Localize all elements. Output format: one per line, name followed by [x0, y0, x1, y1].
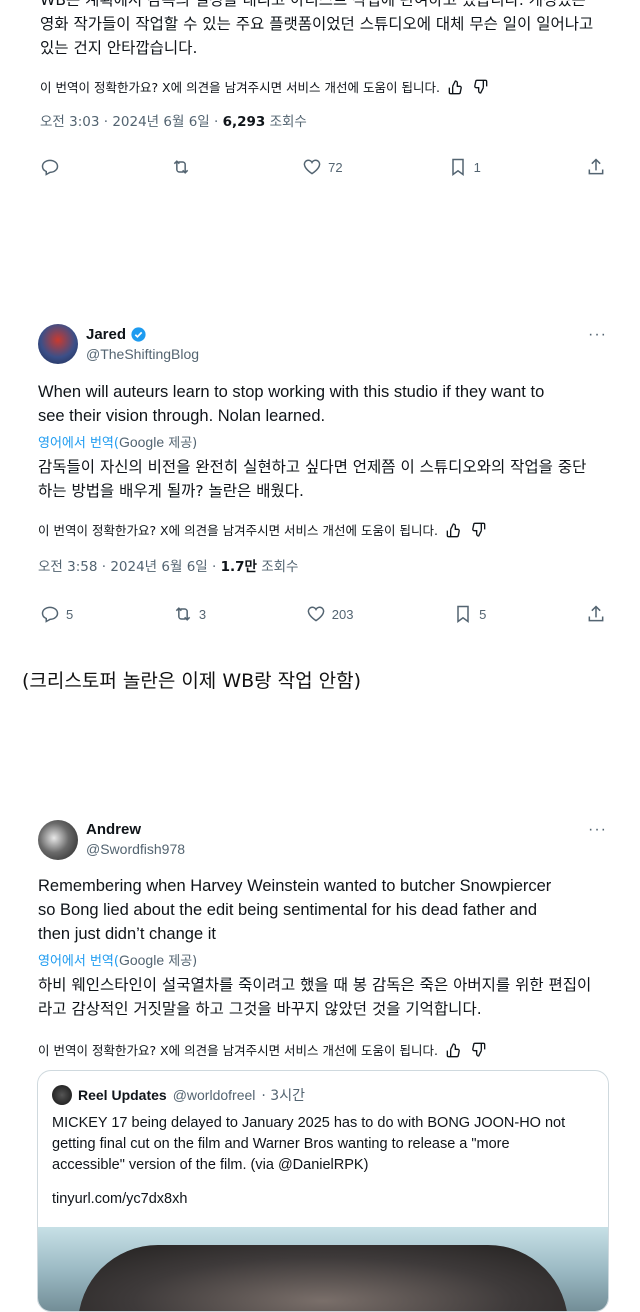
- bookmark-icon: [457, 605, 469, 623]
- avatar: [52, 1085, 72, 1105]
- like-count: 203: [331, 606, 354, 622]
- like-count: 72: [328, 159, 343, 175]
- bookmark-button[interactable]: 1: [448, 157, 481, 177]
- tweet2-text-line: see their vision through. Nolan learned.: [38, 407, 326, 425]
- google-logo: Google: [118, 434, 165, 450]
- timestamp: 오전 3:03 · 2024년 6월 6일 ·: [40, 114, 223, 130]
- translate-suffix: 제공): [164, 954, 198, 969]
- tweet3-ko-line: 하비 웨인스타인이 설국열차를 죽이려고 했을 때 봉 감독은 죽은 아버지를 …: [38, 976, 592, 994]
- retweet-icon: [175, 607, 191, 621]
- bookmark-icon: [451, 158, 464, 176]
- translate-suffix: 제공): [164, 436, 198, 451]
- quoted-tweet-card[interactable]: Reel Updates @worldofreel · 3시간 MICKEY 1…: [37, 1070, 609, 1312]
- tweet3-text-line: Remembering when Harvey Weinstein wanted…: [38, 877, 552, 895]
- tweet1-text-line: 영화 작가들이 작업할 수 있는 주요 플랫폼이었던 스튜디오에 대체 무슨 일…: [40, 15, 594, 33]
- verified-badge-icon: [131, 327, 146, 342]
- retweet-icon: [173, 160, 189, 174]
- thumbs-down-icon[interactable]: [472, 79, 488, 95]
- tweet3-text: Remembering when Harvey Weinstein wanted…: [38, 874, 618, 946]
- like-button[interactable]: 72: [302, 157, 343, 177]
- share-icon: [588, 158, 604, 175]
- reply-button[interactable]: [40, 157, 66, 177]
- tweet2-translation-feedback: 이 번역이 정확한가요? X에 의견을 남겨주시면 서비스 개선에 도움이 됩니…: [38, 520, 486, 539]
- tweet1-actions: 72 1: [40, 157, 606, 177]
- tweet3-author: Andrew @Swordfish978: [86, 821, 185, 857]
- bookmark-count: 1: [473, 159, 481, 175]
- retweet-button[interactable]: 3: [173, 604, 206, 624]
- tweet3-text-line: then just didn’t change it: [38, 925, 216, 943]
- author-name-row[interactable]: Jared: [86, 326, 199, 343]
- reply-icon: [41, 606, 59, 623]
- avatar[interactable]: [38, 820, 78, 860]
- tweet3-text-line: so Bong lied about the edit being sentim…: [38, 901, 538, 919]
- tweet2-translated-by[interactable]: 영어에서 번역(Google 제공): [38, 432, 197, 451]
- tweet2-text: When will auteurs learn to stop working …: [38, 380, 618, 428]
- view-label: 조회수: [256, 559, 299, 575]
- tweet3-translated-by[interactable]: 영어에서 번역(Google 제공): [38, 950, 197, 969]
- quoted-media-image[interactable]: [38, 1227, 608, 1311]
- retweet-button[interactable]: [171, 157, 197, 177]
- author-handle[interactable]: @TheShiftingBlog: [86, 346, 199, 362]
- tweet2-timestamp[interactable]: 오전 3:58 · 2024년 6월 6일 · 1.7만 조회수: [38, 555, 298, 575]
- view-count: 6,293: [222, 114, 266, 130]
- thumbs-down-icon[interactable]: [470, 522, 486, 538]
- avatar[interactable]: [38, 324, 78, 364]
- feedback-text: 이 번역이 정확한가요? X에 의견을 남겨주시면 서비스 개선에 도움이 됩니…: [38, 523, 438, 538]
- timestamp: 오전 3:58 · 2024년 6월 6일 ·: [38, 559, 221, 575]
- quoted-time: · 3시간: [261, 1088, 305, 1104]
- thumbs-up-icon[interactable]: [446, 1042, 462, 1058]
- media-figure: [78, 1245, 568, 1311]
- tweet2-ko-line: 감독들이 자신의 비전을 완전히 실현하고 싶다면 언제쯤 이 스튜디오와의 작…: [38, 458, 587, 476]
- caption: (크리스토퍼 놀란은 이제 WB랑 작업 안함): [22, 670, 362, 692]
- reply-icon: [41, 159, 59, 176]
- thumbs-down-icon[interactable]: [470, 1042, 486, 1058]
- quoted-link[interactable]: tinyurl.com/yc7dx8xh: [52, 1191, 187, 1207]
- heart-icon: [307, 606, 325, 622]
- tweet2-actions: 5 3 203 5: [40, 604, 606, 624]
- translate-prefix: 영어에서 번역(: [38, 954, 119, 969]
- quoted-author-handle: @worldofreel: [172, 1087, 256, 1103]
- author-name: Jared: [86, 326, 127, 343]
- quoted-author-name: Reel Updates: [78, 1087, 167, 1103]
- author-name[interactable]: Andrew: [86, 821, 185, 838]
- share-icon: [588, 605, 604, 622]
- view-label: 조회수: [265, 114, 307, 130]
- more-icon[interactable]: ···: [588, 326, 607, 344]
- tweet2-ko-line: 하는 방법을 배우게 될까? 놀란은 배웠다.: [38, 482, 304, 500]
- tweet3-translation-feedback: 이 번역이 정확한가요? X에 의견을 남겨주시면 서비스 개선에 도움이 됩니…: [38, 1040, 486, 1059]
- bookmark-count: 5: [479, 606, 487, 622]
- retweet-count: 3: [198, 606, 207, 622]
- tweet1-text-line: 있는 건지 안타깝습니다.: [40, 39, 198, 57]
- like-button[interactable]: 203: [306, 604, 354, 624]
- tweet3-translation: 하비 웨인스타인이 설국열차를 죽이려고 했을 때 봉 감독은 죽은 아버지를 …: [38, 973, 618, 1021]
- view-count: 1.7만: [220, 559, 257, 575]
- thumbs-up-icon[interactable]: [448, 79, 464, 95]
- tweet3-ko-line: 라고 감상적인 거짓말을 하고 그것을 바꾸지 않았던 것을 기억합니다.: [38, 1000, 482, 1018]
- quoted-author-row: Reel Updates @worldofreel · 3시간: [52, 1085, 305, 1105]
- share-button[interactable]: [586, 157, 606, 177]
- quoted-text-line: accessible" version of the film. (via @D…: [52, 1157, 369, 1173]
- quoted-text: MICKEY 17 being delayed to January 2025 …: [52, 1113, 597, 1176]
- tweet1-timestamp[interactable]: 오전 3:03 · 2024년 6월 6일 · 6,293 조회수: [40, 110, 307, 130]
- tweet1-text: WB는 계획에서 감독의 결정을 내리고 아티스트 작업에 관여하고 있습니다.…: [40, 0, 620, 60]
- heart-icon: [303, 159, 321, 175]
- quoted-text-line: MICKEY 17 being delayed to January 2025 …: [52, 1115, 566, 1131]
- tweet1-text-line: WB는 계획에서 감독의 결정을 내리고 아티스트 작업에 관여하고 있습니다.…: [40, 0, 586, 9]
- bookmark-button[interactable]: 5: [453, 604, 486, 624]
- google-logo: Google: [118, 952, 165, 968]
- share-button[interactable]: [586, 604, 606, 624]
- quoted-text-line: getting final cut on the film and Warner…: [52, 1136, 510, 1152]
- feedback-text: 이 번역이 정확한가요? X에 의견을 남겨주시면 서비스 개선에 도움이 됩니…: [38, 1043, 438, 1058]
- reply-count: 5: [66, 606, 74, 622]
- tweet2-translation: 감독들이 자신의 비전을 완전히 실현하고 싶다면 언제쯤 이 스튜디오와의 작…: [38, 455, 618, 503]
- translate-prefix: 영어에서 번역(: [38, 436, 119, 451]
- reply-button[interactable]: 5: [40, 604, 73, 624]
- tweet2-text-line: When will auteurs learn to stop working …: [38, 383, 545, 401]
- more-icon[interactable]: ···: [588, 821, 607, 839]
- tweet1-translation-feedback: 이 번역이 정확한가요? X에 의견을 남겨주시면 서비스 개선에 도움이 됩니…: [40, 77, 488, 96]
- feedback-text: 이 번역이 정확한가요? X에 의견을 남겨주시면 서비스 개선에 도움이 됩니…: [40, 80, 440, 95]
- author-handle[interactable]: @Swordfish978: [86, 841, 185, 857]
- tweet2-author: Jared @TheShiftingBlog: [86, 326, 199, 362]
- thumbs-up-icon[interactable]: [446, 522, 462, 538]
